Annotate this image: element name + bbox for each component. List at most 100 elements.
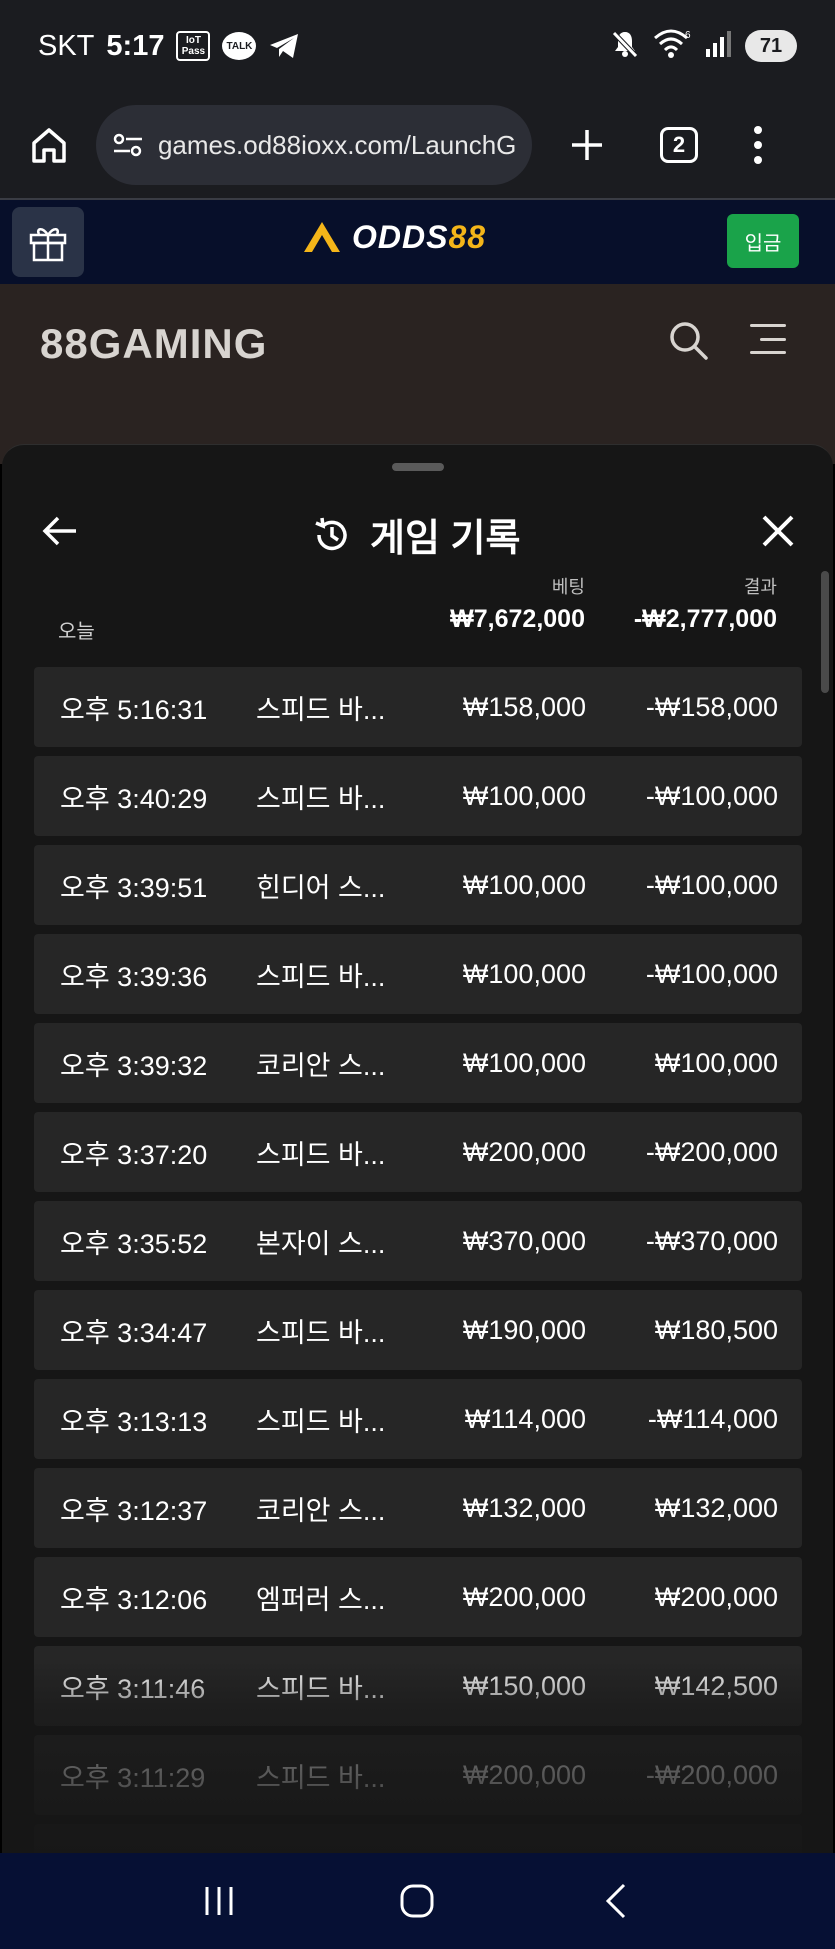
row-result-amount: ₩142,500 [654,1670,778,1701]
iot-label-top: IoT [185,35,201,46]
browser-toolbar: games.od88ioxx.com/LaunchG 2 [0,92,835,200]
row-game-name: 본자이 스... [256,1228,386,1259]
history-row[interactable]: 오후 3:11:46 스피드 바... ₩150,000 ₩142,500 [34,1646,802,1726]
clock: 5:17 [106,29,165,62]
row-time: 오후 3:13:13 [60,1406,208,1437]
nav-back-button[interactable] [586,1871,646,1931]
status-right: 6 71 [609,28,797,65]
row-bet-amount: ₩114,000 [464,1403,586,1434]
history-row[interactable]: 오후 3:39:32 코리안 스... ₩100,000 ₩100,000 [34,1023,802,1103]
row-time: 오후 3:37:20 [60,1139,208,1170]
iot-pass-icon: IoT Pass [176,31,211,61]
gaming-brand-logo: 88GAMING [40,320,268,367]
history-row[interactable]: 오후 5:16:31 스피드 바... ₩158,000 -₩158,000 [34,667,802,747]
row-result-amount: ₩200,000 [654,1581,778,1612]
row-game-name: 스피드 바... [256,961,386,992]
status-left: SKT 5:17 IoT Pass TALK [38,30,300,63]
row-time: 오후 3:12:37 [60,1495,208,1526]
row-game-name: 스피드 바... [256,783,386,814]
row-game-name: 스피드 바... [256,694,386,725]
row-result-amount: ₩180,500 [654,1314,778,1345]
row-bet-amount: ₩100,000 [462,869,586,900]
iot-label-bottom: Pass [181,46,206,57]
recents-icon [205,1887,233,1915]
row-result-amount: -₩370,000 [645,1225,778,1256]
signal-icon [705,29,733,64]
back-button[interactable] [40,511,80,551]
logo-text: ODDS88 [352,219,486,256]
row-bet-amount: ₩190,000 [462,1314,586,1345]
row-time: 오후 3:35:52 [60,1228,208,1259]
history-row[interactable]: 오후 3:34:47 스피드 바... ₩190,000 ₩180,500 [34,1290,802,1370]
carrier-label: SKT [38,29,95,62]
row-time: 오후 3:34:47 [60,1317,208,1348]
nav-back-icon [605,1883,625,1919]
row-result-amount: -₩100,000 [645,958,778,989]
row-bet-amount: ₩370,000 [462,1225,586,1256]
row-time: 오후 3:39:51 [60,872,208,903]
history-row[interactable]: 오후 3:37:20 스피드 바... ₩200,000 -₩200,000 [34,1112,802,1192]
history-row[interactable]: 오후 3:13:13 스피드 바... ₩114,000 -₩114,000 [34,1379,802,1459]
logo-text-accent: 88 [448,218,487,255]
odds88-logo[interactable]: ODDS88 [300,218,486,256]
row-bet-amount: ₩200,000 [462,1581,586,1612]
close-icon [762,515,794,547]
menu-icon[interactable] [750,324,786,354]
row-game-name: 코리안 스... [256,1495,386,1526]
row-result-amount: -₩114,000 [647,1403,778,1434]
history-row[interactable]: 오후 3:40:29 스피드 바... ₩100,000 -₩100,000 [34,756,802,836]
row-game-name: 스피드 바... [256,1406,386,1437]
gift-button[interactable] [12,207,84,277]
mute-icon [609,28,641,65]
nav-home-icon [400,1884,434,1918]
row-game-name: 스피드 바... [256,1139,386,1170]
sheet-drag-handle[interactable] [392,463,444,471]
new-tab-button[interactable] [562,120,612,170]
row-time: 오후 5:16:31 [60,694,208,725]
deposit-button[interactable]: 입금 [727,214,799,268]
summary-day: 오늘 [58,621,95,643]
plus-icon [572,130,602,160]
row-time: 오후 3:39:32 [60,1050,208,1081]
row-result-amount: -₩158,000 [645,691,778,722]
recents-button[interactable] [189,1871,249,1931]
row-game-name: 스피드 바... [256,1673,386,1704]
telegram-icon [268,32,300,60]
history-row[interactable]: 오후 3:11:29 스피드 바... ₩200,000 -₩200,000 [34,1735,802,1815]
close-button[interactable] [758,511,798,551]
logo-mark-icon [304,222,340,252]
row-game-name: 힌디어 스... [256,872,386,903]
row-game-name: 엠퍼러 스... [256,1584,386,1615]
logo-text-main: ODDS [352,218,449,255]
status-bar: SKT 5:17 IoT Pass TALK 6 71 [0,0,835,92]
history-list: 오후 5:16:31 스피드 바... ₩158,000 -₩158,000 오후 3:… [34,667,802,1854]
row-game-name: 코리안 스... [256,1050,386,1081]
search-icon [670,322,708,360]
url-text[interactable]: games.od88ioxx.com/LaunchG [158,130,516,161]
site-settings-icon[interactable] [112,132,144,158]
tab-switcher-button[interactable]: 2 [660,127,698,163]
row-result-amount: ₩132,000 [654,1492,778,1523]
row-bet-amount: ₩100,000 [462,780,586,811]
sheet-title-text: 게임 기록 [370,518,521,560]
history-row[interactable]: 오후 3:12:37 코리안 스... ₩132,000 ₩132,000 [34,1468,802,1548]
more-vertical-icon[interactable] [748,120,768,170]
row-time: 오후 3:11:46 [60,1673,206,1704]
history-row[interactable]: 오후 3:39:51 힌디어 스... ₩100,000 -₩100,000 [34,845,802,925]
navigation-bar [0,1853,835,1949]
home-button[interactable] [24,120,74,170]
search-button[interactable] [666,318,710,362]
row-bet-amount: ₩132,000 [462,1492,586,1523]
history-row[interactable]: 오후 3:10:38코리안 스...₩150,000₩142,500 [34,1824,802,1854]
nav-home-button[interactable] [387,1871,447,1931]
row-bet-amount: ₩158,000 [462,691,586,722]
game-lobby-background: 88GAMING [0,284,835,464]
history-row[interactable]: 오후 3:39:36 스피드 바... ₩100,000 -₩100,000 [34,934,802,1014]
row-bet-amount: ₩100,000 [462,958,586,989]
history-row[interactable]: 오후 3:35:52 본자이 스... ₩370,000 -₩370,000 [34,1201,802,1281]
history-icon [315,517,347,550]
row-time: 오후 3:39:36 [60,961,208,992]
address-bar[interactable]: games.od88ioxx.com/LaunchG [96,105,532,185]
history-row[interactable]: 오후 3:12:06 엠퍼러 스... ₩200,000 ₩200,000 [34,1557,802,1637]
row-result-amount: -₩200,000 [645,1136,778,1167]
